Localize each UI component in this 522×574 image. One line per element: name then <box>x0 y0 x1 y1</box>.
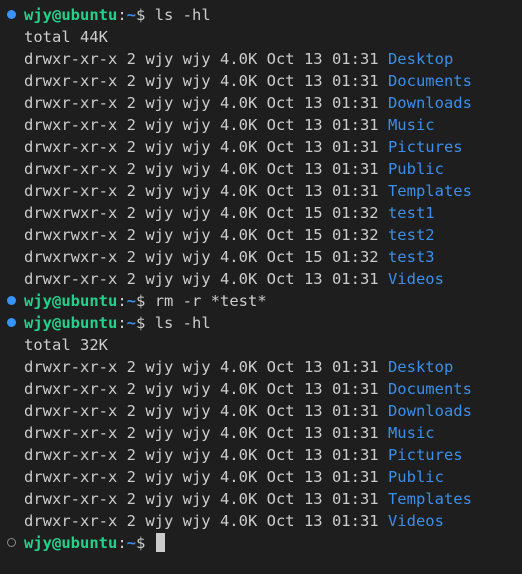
listing-row: drwxr-xr-x 2 wjy wjy 4.0K Oct 13 01:31 P… <box>0 466 522 488</box>
directory-name[interactable]: Videos <box>388 270 444 288</box>
listing-meta: drwxr-xr-x 2 wjy wjy 4.0K Oct 13 01:31 <box>24 446 388 464</box>
command-success-dot-icon[interactable] <box>7 10 16 19</box>
listing-row: drwxr-xr-x 2 wjy wjy 4.0K Oct 13 01:31 P… <box>0 158 522 180</box>
terminal[interactable]: wjy@ubuntu:~$ ls -hl total 44K drwxr-xr-x … <box>0 0 522 574</box>
prompt-line: wjy@ubuntu:~$ ls -hl <box>0 4 522 26</box>
listing-meta: drwxr-xr-x 2 wjy wjy 4.0K Oct 13 01:31 <box>24 270 388 288</box>
listing-row: drwxr-xr-x 2 wjy wjy 4.0K Oct 13 01:31 P… <box>0 136 522 158</box>
listing-row: drwxr-xr-x 2 wjy wjy 4.0K Oct 13 01:31 D… <box>0 48 522 70</box>
listing-row: drwxr-xr-x 2 wjy wjy 4.0K Oct 13 01:31 D… <box>0 92 522 114</box>
directory-name[interactable]: Downloads <box>388 94 472 112</box>
listing-meta: drwxr-xr-x 2 wjy wjy 4.0K Oct 13 01:31 <box>24 402 388 420</box>
prompt-line: wjy@ubuntu:~$ <box>0 532 522 554</box>
output-line: total 32K <box>0 334 522 356</box>
directory-name[interactable]: Downloads <box>388 402 472 420</box>
prompt-path: ~ <box>126 534 137 552</box>
directory-name[interactable]: test1 <box>388 204 435 222</box>
directory-name[interactable]: Public <box>388 160 444 178</box>
directory-name[interactable]: Templates <box>388 182 472 200</box>
listing-meta: drwxr-xr-x 2 wjy wjy 4.0K Oct 13 01:31 <box>24 116 388 134</box>
directory-name[interactable]: Videos <box>388 512 444 530</box>
prompt-symbol: $ <box>136 534 155 552</box>
directory-name[interactable]: Pictures <box>388 446 463 464</box>
listing-row: drwxr-xr-x 2 wjy wjy 4.0K Oct 13 01:31 M… <box>0 422 522 444</box>
directory-name[interactable]: Music <box>388 116 435 134</box>
listing-meta: drwxr-xr-x 2 wjy wjy 4.0K Oct 13 01:31 <box>24 50 388 68</box>
listing-meta: drwxr-xr-x 2 wjy wjy 4.0K Oct 13 01:31 <box>24 94 388 112</box>
prompt-user-host: wjy@ubuntu <box>24 6 118 24</box>
listing-row: drwxrwxr-x 2 wjy wjy 4.0K Oct 15 01:32 t… <box>0 224 522 246</box>
prompt-line: wjy@ubuntu:~$ rm -r *test* <box>0 290 522 312</box>
listing-row: drwxr-xr-x 2 wjy wjy 4.0K Oct 13 01:31 T… <box>0 488 522 510</box>
command-text: ls -hl <box>154 314 211 332</box>
directory-name[interactable]: Pictures <box>388 138 463 156</box>
prompt-colon: : <box>117 292 127 310</box>
prompt-user-host: wjy@ubuntu <box>24 314 118 332</box>
listing-meta: drwxr-xr-x 2 wjy wjy 4.0K Oct 13 01:31 <box>24 160 388 178</box>
listing-meta: drwxr-xr-x 2 wjy wjy 4.0K Oct 13 01:31 <box>24 490 388 508</box>
directory-name[interactable]: test3 <box>388 248 435 266</box>
listing-row: drwxr-xr-x 2 wjy wjy 4.0K Oct 13 01:31 D… <box>0 70 522 92</box>
listing-meta: drwxr-xr-x 2 wjy wjy 4.0K Oct 13 01:31 <box>24 358 388 376</box>
command-success-dot-icon[interactable] <box>7 318 16 327</box>
listing-meta: drwxr-xr-x 2 wjy wjy 4.0K Oct 13 01:31 <box>24 138 388 156</box>
listing-meta: drwxr-xr-x 2 wjy wjy 4.0K Oct 13 01:31 <box>24 468 388 486</box>
prompt-path: ~ <box>126 6 137 24</box>
listing-row: drwxr-xr-x 2 wjy wjy 4.0K Oct 13 01:31 D… <box>0 356 522 378</box>
prompt-colon: : <box>117 6 127 24</box>
listing-row: drwxrwxr-x 2 wjy wjy 4.0K Oct 15 01:32 t… <box>0 202 522 224</box>
listing-total: total 32K <box>24 336 108 354</box>
listing-meta: drwxr-xr-x 2 wjy wjy 4.0K Oct 13 01:31 <box>24 380 388 398</box>
listing-row: drwxr-xr-x 2 wjy wjy 4.0K Oct 13 01:31 D… <box>0 400 522 422</box>
prompt-path: ~ <box>126 314 137 332</box>
directory-name[interactable]: test2 <box>388 226 435 244</box>
prompt-symbol: $ <box>136 6 155 24</box>
prompt-path: ~ <box>126 292 137 310</box>
listing-row: drwxr-xr-x 2 wjy wjy 4.0K Oct 13 01:31 V… <box>0 510 522 532</box>
directory-name[interactable]: Desktop <box>388 50 453 68</box>
listing-meta: drwxr-xr-x 2 wjy wjy 4.0K Oct 13 01:31 <box>24 72 388 90</box>
directory-name[interactable]: Documents <box>388 72 472 90</box>
directory-name[interactable]: Public <box>388 468 444 486</box>
prompt-symbol: $ <box>136 292 155 310</box>
command-pending-circle-icon[interactable] <box>7 538 16 547</box>
listing-row: drwxr-xr-x 2 wjy wjy 4.0K Oct 13 01:31 M… <box>0 114 522 136</box>
prompt-user-host: wjy@ubuntu <box>24 534 118 552</box>
listing-row: drwxr-xr-x 2 wjy wjy 4.0K Oct 13 01:31 D… <box>0 378 522 400</box>
listing-meta: drwxrwxr-x 2 wjy wjy 4.0K Oct 15 01:32 <box>24 204 388 222</box>
listing-row: drwxrwxr-x 2 wjy wjy 4.0K Oct 15 01:32 t… <box>0 246 522 268</box>
prompt-line: wjy@ubuntu:~$ ls -hl <box>0 312 522 334</box>
prompt-symbol: $ <box>136 314 155 332</box>
listing-meta: drwxr-xr-x 2 wjy wjy 4.0K Oct 13 01:31 <box>24 424 388 442</box>
listing-meta: drwxrwxr-x 2 wjy wjy 4.0K Oct 15 01:32 <box>24 248 388 266</box>
directory-name[interactable]: Documents <box>388 380 472 398</box>
directory-name[interactable]: Music <box>388 424 435 442</box>
terminal-cursor[interactable] <box>155 533 165 552</box>
listing-total: total 44K <box>24 28 108 46</box>
listing-row: drwxr-xr-x 2 wjy wjy 4.0K Oct 13 01:31 P… <box>0 444 522 466</box>
listing-meta: drwxr-xr-x 2 wjy wjy 4.0K Oct 13 01:31 <box>24 182 388 200</box>
prompt-user-host: wjy@ubuntu <box>24 292 118 310</box>
listing-meta: drwxr-xr-x 2 wjy wjy 4.0K Oct 13 01:31 <box>24 512 388 530</box>
prompt-colon: : <box>117 534 127 552</box>
listing-row: drwxr-xr-x 2 wjy wjy 4.0K Oct 13 01:31 V… <box>0 268 522 290</box>
command-text: ls -hl <box>154 6 211 24</box>
directory-name[interactable]: Desktop <box>388 358 453 376</box>
command-text: rm -r *test* <box>154 292 267 310</box>
command-success-dot-icon[interactable] <box>7 296 16 305</box>
output-line: total 44K <box>0 26 522 48</box>
listing-row: drwxr-xr-x 2 wjy wjy 4.0K Oct 13 01:31 T… <box>0 180 522 202</box>
listing-meta: drwxrwxr-x 2 wjy wjy 4.0K Oct 15 01:32 <box>24 226 388 244</box>
prompt-colon: : <box>117 314 127 332</box>
directory-name[interactable]: Templates <box>388 490 472 508</box>
